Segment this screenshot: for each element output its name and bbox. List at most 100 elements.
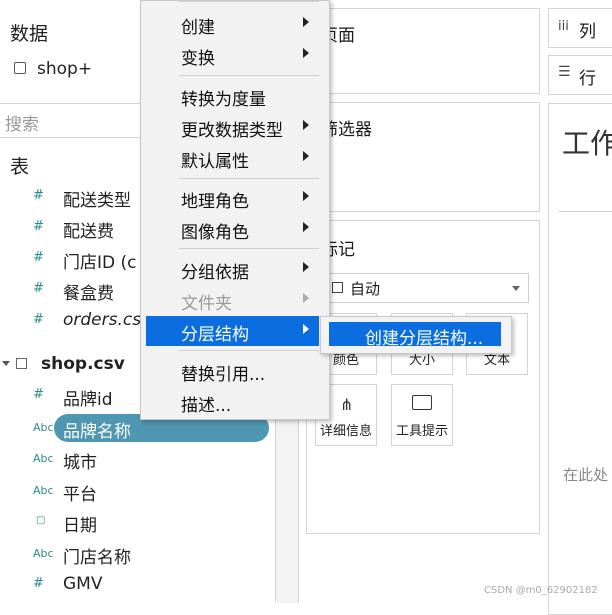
watermark: CSDN @m0_62902182 bbox=[484, 585, 598, 596]
detail-icon: ⋔ bbox=[340, 395, 354, 414]
tables-heading: 表 bbox=[10, 156, 30, 178]
string-type-icon: Abc bbox=[33, 483, 54, 497]
menu-group-by-label: 分组依据 bbox=[181, 263, 249, 283]
context-menu: 创建 变换 转换为度量 更改数据类型 默认属性 地理角色 图像角色 分组依据 文… bbox=[140, 0, 330, 420]
field-label: 平台 bbox=[63, 484, 97, 505]
hierarchy-submenu: 创建分层结构... bbox=[320, 316, 512, 354]
table-icon bbox=[16, 358, 27, 369]
menu-replace-references[interactable]: 替换引用... bbox=[141, 356, 319, 386]
field-row[interactable]: Abc 平台 bbox=[0, 476, 275, 506]
tooltip-card-label: 工具提示 bbox=[395, 424, 448, 439]
search-input[interactable]: 搜索 bbox=[5, 110, 39, 135]
measure-icon: # bbox=[33, 250, 44, 265]
menu-folders-label: 文件夹 bbox=[181, 294, 232, 314]
menu-image-role-label: 图像角色 bbox=[181, 223, 249, 243]
chevron-right-icon bbox=[303, 293, 309, 303]
chevron-right-icon bbox=[303, 48, 309, 58]
tooltip-icon bbox=[412, 395, 432, 410]
menu-create-label: 创建 bbox=[181, 18, 215, 38]
chevron-down-icon bbox=[512, 286, 520, 291]
field-label: 日期 bbox=[63, 516, 97, 536]
menu-change-type-label: 更改数据类型 bbox=[181, 121, 283, 141]
menu-convert-to-measure[interactable]: 转换为度量 bbox=[141, 81, 319, 111]
drop-field-hint: 在此处 bbox=[563, 466, 609, 484]
menu-change-data-type[interactable]: 更改数据类型 bbox=[141, 112, 319, 142]
columns-shelf[interactable]: iii 列 bbox=[548, 8, 612, 48]
menu-geo-role-label: 地理角色 bbox=[181, 192, 249, 212]
datasource-icon bbox=[14, 62, 26, 74]
menu-default-properties[interactable]: 默认属性 bbox=[141, 143, 319, 173]
field-label: 城市 bbox=[63, 453, 97, 473]
field-label: 门店名称 bbox=[63, 547, 131, 568]
table-name[interactable]: shop.csv bbox=[41, 354, 125, 374]
chevron-right-icon bbox=[303, 151, 309, 161]
field-row[interactable]: ▢ 日期 bbox=[0, 507, 275, 537]
sheet-title[interactable]: 工作 bbox=[562, 122, 612, 162]
menu-separator bbox=[179, 75, 319, 76]
menu-separator bbox=[179, 248, 319, 249]
field-label: 品牌名称 bbox=[63, 421, 131, 442]
field-label: 品牌id bbox=[63, 390, 113, 410]
create-hierarchy-label: 创建分层结构... bbox=[365, 329, 484, 349]
chevron-right-icon bbox=[303, 324, 309, 334]
marks-card: 标记 自动 bbox=[306, 220, 540, 534]
view-canvas[interactable]: 工作 在此处 bbox=[548, 103, 612, 615]
field-label: 配送费 bbox=[63, 222, 114, 242]
rows-shelf[interactable]: ☰ 行 bbox=[548, 55, 612, 95]
rows-label: 行 bbox=[579, 69, 596, 89]
menu-hierarchy[interactable]: 分层结构 bbox=[146, 316, 319, 346]
menu-convert-label: 转换为度量 bbox=[181, 90, 266, 110]
measure-icon: # bbox=[33, 281, 44, 296]
string-type-icon: Abc bbox=[33, 546, 54, 560]
menu-default-props-label: 默认属性 bbox=[181, 152, 249, 172]
date-type-icon: ▢ bbox=[36, 515, 46, 526]
columns-label: 列 bbox=[579, 22, 596, 42]
field-row[interactable]: Abc 城市 bbox=[0, 444, 275, 474]
datasource-name[interactable]: shop+ bbox=[37, 59, 92, 79]
menu-image-role[interactable]: 图像角色 bbox=[141, 214, 319, 244]
chevron-right-icon bbox=[303, 191, 309, 201]
menu-describe[interactable]: 描述... bbox=[141, 387, 319, 417]
measure-icon: # bbox=[33, 219, 44, 234]
title-divider bbox=[559, 211, 612, 212]
field-label: orders.cs bbox=[63, 310, 142, 330]
detail-card-label: 详细信息 bbox=[319, 424, 372, 439]
filters-shelf[interactable]: 筛选器 bbox=[306, 102, 540, 212]
tooltip-card[interactable]: 工具提示 bbox=[391, 384, 453, 446]
mark-type-value: 自动 bbox=[350, 280, 381, 298]
menu-transform[interactable]: 变换 bbox=[141, 40, 319, 70]
create-hierarchy-item[interactable]: 创建分层结构... bbox=[329, 322, 501, 349]
rows-icon: ☰ bbox=[558, 64, 571, 80]
field-label: 配送类型 bbox=[63, 191, 131, 211]
menu-describe-label: 描述... bbox=[181, 396, 232, 416]
menu-separator bbox=[179, 1, 319, 2]
string-type-icon: Abc bbox=[33, 452, 54, 465]
field-row[interactable]: Abc 门店名称 bbox=[0, 539, 275, 569]
chevron-right-icon bbox=[303, 120, 309, 130]
table-collapse-icon[interactable] bbox=[2, 361, 10, 366]
mark-type-dropdown[interactable]: 自动 bbox=[317, 273, 529, 303]
menu-separator bbox=[179, 178, 319, 179]
data-pane-title: 数据 bbox=[10, 23, 49, 45]
field-row[interactable]: # GMV bbox=[0, 570, 275, 600]
menu-transform-label: 变换 bbox=[181, 49, 215, 69]
field-label: GMV bbox=[63, 574, 103, 594]
mark-type-icon bbox=[332, 282, 343, 293]
chevron-right-icon bbox=[303, 262, 309, 272]
measure-icon: # bbox=[33, 188, 44, 203]
field-label: 门店ID (c bbox=[63, 253, 137, 273]
menu-group-by[interactable]: 分组依据 bbox=[141, 254, 319, 284]
menu-geographic-role[interactable]: 地理角色 bbox=[141, 183, 319, 213]
menu-separator bbox=[179, 350, 319, 351]
columns-icon: iii bbox=[558, 19, 569, 34]
field-label: 餐盒费 bbox=[63, 284, 114, 304]
menu-create[interactable]: 创建 bbox=[141, 9, 319, 39]
menu-replace-label: 替换引用... bbox=[181, 365, 266, 385]
pages-shelf[interactable]: 页面 bbox=[306, 8, 540, 94]
chevron-right-icon bbox=[303, 222, 309, 232]
chevron-right-icon bbox=[303, 17, 309, 27]
menu-hierarchy-label: 分层结构 bbox=[181, 325, 249, 345]
measure-icon: # bbox=[33, 387, 44, 402]
measure-icon: # bbox=[33, 576, 44, 591]
menu-folders[interactable]: 文件夹 bbox=[141, 285, 319, 315]
